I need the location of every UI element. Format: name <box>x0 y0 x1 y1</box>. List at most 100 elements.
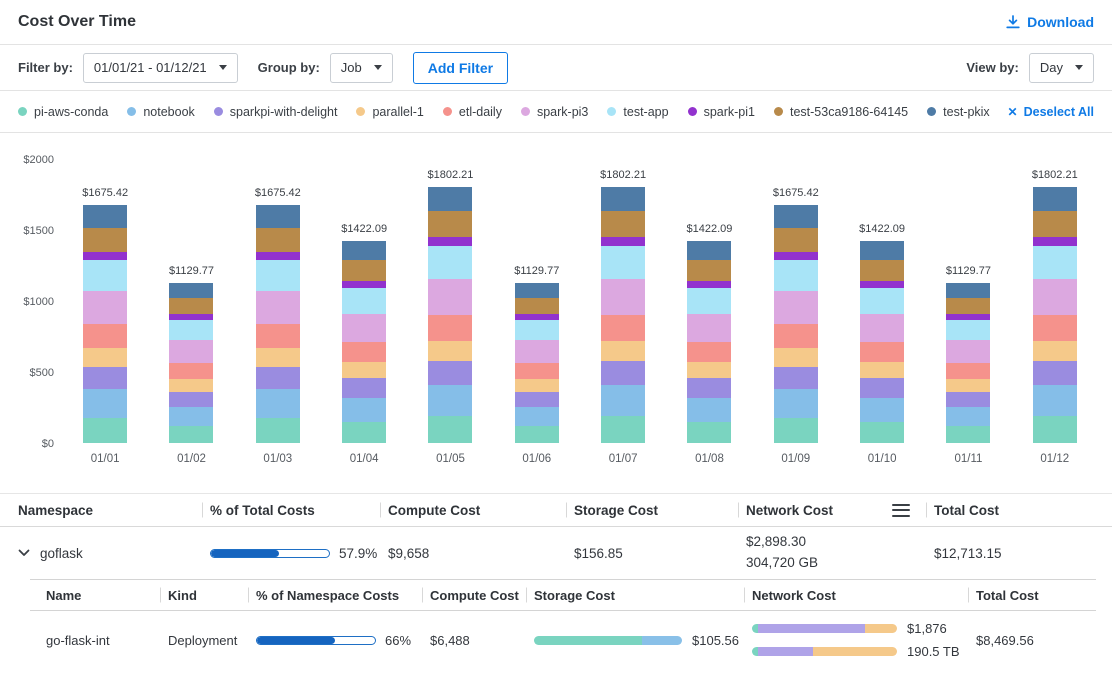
column-header-storage[interactable]: Storage Cost <box>566 503 738 518</box>
bar-segment-parallel-1[interactable] <box>256 348 300 367</box>
bar-segment-parallel-1[interactable] <box>601 341 645 361</box>
bar-segment-sparkpi-with-delight[interactable] <box>774 367 818 390</box>
bar-group-01/07[interactable]: $1802.21 <box>580 159 666 443</box>
bar-segment-pi-aws-conda[interactable] <box>515 426 559 443</box>
bar-segment-test-app[interactable] <box>601 246 645 279</box>
bar-segment-notebook[interactable] <box>1033 385 1077 416</box>
bar-segment-test-app[interactable] <box>774 260 818 291</box>
bar-group-01/10[interactable]: $1422.09 <box>839 159 925 443</box>
bar-segment-spark-pi1[interactable] <box>860 281 904 288</box>
bar-segment-spark-pi1[interactable] <box>774 252 818 260</box>
bar-segment-sparkpi-with-delight[interactable] <box>515 392 559 407</box>
bar-segment-etl-daily[interactable] <box>428 315 472 341</box>
bar-segment-pi-aws-conda[interactable] <box>946 426 990 443</box>
bar-segment-etl-daily[interactable] <box>946 363 990 379</box>
bar-segment-notebook[interactable] <box>687 398 731 422</box>
bar-segment-notebook[interactable] <box>774 389 818 418</box>
bar-segment-sparkpi-with-delight[interactable] <box>946 392 990 407</box>
column-header-compute-nested[interactable]: Compute Cost <box>422 588 526 603</box>
column-header-storage-nested[interactable]: Storage Cost <box>526 588 744 603</box>
bar-segment-etl-daily[interactable] <box>83 324 127 348</box>
bar-segment-spark-pi3[interactable] <box>946 340 990 362</box>
bar-segment-spark-pi1[interactable] <box>428 237 472 246</box>
bar-segment-pi-aws-conda[interactable] <box>860 422 904 443</box>
bar-segment-parallel-1[interactable] <box>687 362 731 378</box>
bar-segment-test-53ca9186-64145[interactable] <box>169 298 213 314</box>
bar-segment-test-53ca9186-64145[interactable] <box>860 260 904 280</box>
bar-segment-pi-aws-conda[interactable] <box>601 416 645 443</box>
bar-segment-etl-daily[interactable] <box>687 342 731 362</box>
column-header-namespace[interactable]: Namespace <box>18 503 202 518</box>
bar-segment-test-pkix[interactable] <box>774 205 818 228</box>
column-header-kind[interactable]: Kind <box>160 588 248 603</box>
bar-segment-spark-pi3[interactable] <box>860 314 904 342</box>
legend-item-pi-aws-conda[interactable]: pi-aws-conda <box>18 105 108 119</box>
bar-segment-test-pkix[interactable] <box>687 241 731 260</box>
bar-segment-sparkpi-with-delight[interactable] <box>687 378 731 397</box>
deselect-all-button[interactable]: ✕ Deselect All <box>1008 105 1094 119</box>
bar-segment-spark-pi1[interactable] <box>687 281 731 288</box>
bar-segment-parallel-1[interactable] <box>515 379 559 392</box>
bar-segment-parallel-1[interactable] <box>428 341 472 361</box>
bar-group-01/01[interactable]: $1675.42 <box>62 159 148 443</box>
column-header-compute[interactable]: Compute Cost <box>380 503 566 518</box>
bar-segment-test-pkix[interactable] <box>601 187 645 211</box>
bar-segment-test-53ca9186-64145[interactable] <box>428 211 472 237</box>
bar-segment-etl-daily[interactable] <box>342 342 386 362</box>
bar-segment-pi-aws-conda[interactable] <box>169 426 213 443</box>
bar-segment-spark-pi1[interactable] <box>83 252 127 260</box>
bar-segment-sparkpi-with-delight[interactable] <box>256 367 300 390</box>
bar-segment-test-pkix[interactable] <box>428 187 472 211</box>
bar-segment-test-app[interactable] <box>256 260 300 291</box>
bar-group-01/05[interactable]: $1802.21 <box>407 159 493 443</box>
bar-segment-notebook[interactable] <box>860 398 904 422</box>
bar-group-01/06[interactable]: $1129.77 <box>494 159 580 443</box>
bar-segment-etl-daily[interactable] <box>515 363 559 379</box>
group-by-dropdown[interactable]: Job <box>330 53 393 83</box>
chevron-down-icon[interactable] <box>18 549 30 557</box>
bar-segment-pi-aws-conda[interactable] <box>428 416 472 443</box>
bar-segment-test-53ca9186-64145[interactable] <box>774 228 818 252</box>
legend-item-parallel-1[interactable]: parallel-1 <box>356 105 423 119</box>
bar-segment-sparkpi-with-delight[interactable] <box>83 367 127 390</box>
column-header-total[interactable]: Total Cost <box>926 503 1094 518</box>
bar-segment-spark-pi1[interactable] <box>256 252 300 260</box>
bar-segment-pi-aws-conda[interactable] <box>342 422 386 443</box>
bar-segment-sparkpi-with-delight[interactable] <box>601 361 645 385</box>
column-settings-icon[interactable] <box>892 504 910 517</box>
download-button[interactable]: Download <box>1006 14 1094 30</box>
bar-segment-spark-pi1[interactable] <box>601 237 645 246</box>
bar-segment-test-pkix[interactable] <box>256 205 300 228</box>
bar-segment-pi-aws-conda[interactable] <box>774 418 818 443</box>
bar-segment-etl-daily[interactable] <box>601 315 645 341</box>
bar-segment-test-53ca9186-64145[interactable] <box>342 260 386 280</box>
bar-segment-parallel-1[interactable] <box>774 348 818 367</box>
bar-segment-test-app[interactable] <box>1033 246 1077 279</box>
legend-item-test-53ca9186-64145[interactable]: test-53ca9186-64145 <box>774 105 908 119</box>
date-range-dropdown[interactable]: 01/01/21 - 01/12/21 <box>83 53 238 83</box>
bar-segment-spark-pi3[interactable] <box>687 314 731 342</box>
bar-segment-parallel-1[interactable] <box>169 379 213 392</box>
bar-segment-notebook[interactable] <box>946 407 990 426</box>
legend-item-test-pkix[interactable]: test-pkix <box>927 105 990 119</box>
bar-segment-parallel-1[interactable] <box>860 362 904 378</box>
bar-segment-test-app[interactable] <box>515 320 559 341</box>
column-header-pct-namespace[interactable]: % of Namespace Costs <box>248 588 422 603</box>
bar-segment-etl-daily[interactable] <box>1033 315 1077 341</box>
bar-segment-test-pkix[interactable] <box>169 283 213 298</box>
bar-segment-test-pkix[interactable] <box>83 205 127 228</box>
bar-segment-test-53ca9186-64145[interactable] <box>256 228 300 252</box>
bar-segment-notebook[interactable] <box>169 407 213 426</box>
bar-segment-spark-pi3[interactable] <box>1033 279 1077 315</box>
bar-segment-test-53ca9186-64145[interactable] <box>515 298 559 314</box>
bar-segment-test-app[interactable] <box>342 288 386 314</box>
bar-segment-spark-pi1[interactable] <box>342 281 386 288</box>
bar-segment-test-app[interactable] <box>83 260 127 291</box>
bar-segment-notebook[interactable] <box>601 385 645 416</box>
bar-segment-spark-pi3[interactable] <box>601 279 645 315</box>
bar-segment-test-app[interactable] <box>428 246 472 279</box>
bar-segment-spark-pi3[interactable] <box>774 291 818 324</box>
bar-segment-etl-daily[interactable] <box>774 324 818 348</box>
view-by-dropdown[interactable]: Day <box>1029 53 1094 83</box>
namespace-cell[interactable]: goflask <box>18 546 202 561</box>
